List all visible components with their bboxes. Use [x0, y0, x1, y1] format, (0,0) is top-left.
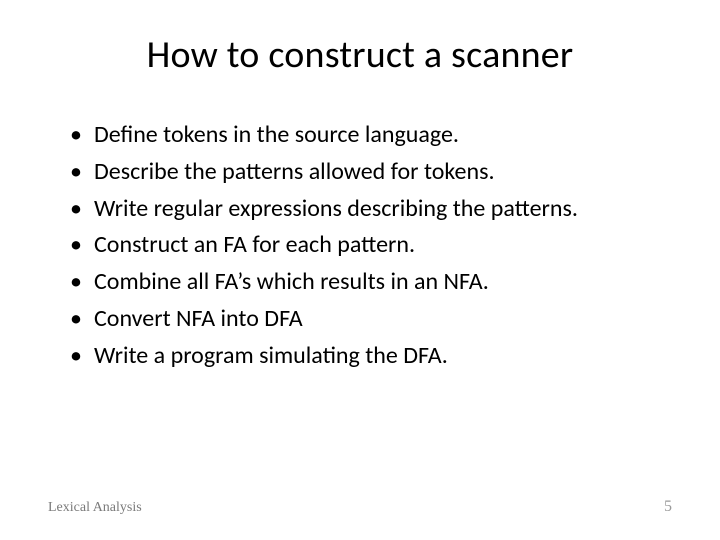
page-number: 5: [664, 498, 672, 516]
list-item: Write regular expressions describing the…: [70, 192, 672, 227]
list-item: Define tokens in the source language.: [70, 118, 672, 153]
footer-label: Lexical Analysis: [48, 500, 142, 516]
bullet-list: Define tokens in the source language. De…: [48, 118, 672, 374]
list-item: Combine all FA’s which results in an NFA…: [70, 265, 672, 300]
slide-title: How to construct a scanner: [48, 32, 672, 78]
list-item: Write a program simulating the DFA.: [70, 339, 672, 374]
list-item: Describe the patterns allowed for tokens…: [70, 155, 672, 190]
footer: Lexical Analysis 5: [48, 498, 672, 516]
slide: How to construct a scanner Define tokens…: [0, 0, 720, 540]
list-item: Convert NFA into DFA: [70, 302, 672, 337]
list-item: Construct an FA for each pattern.: [70, 228, 672, 263]
